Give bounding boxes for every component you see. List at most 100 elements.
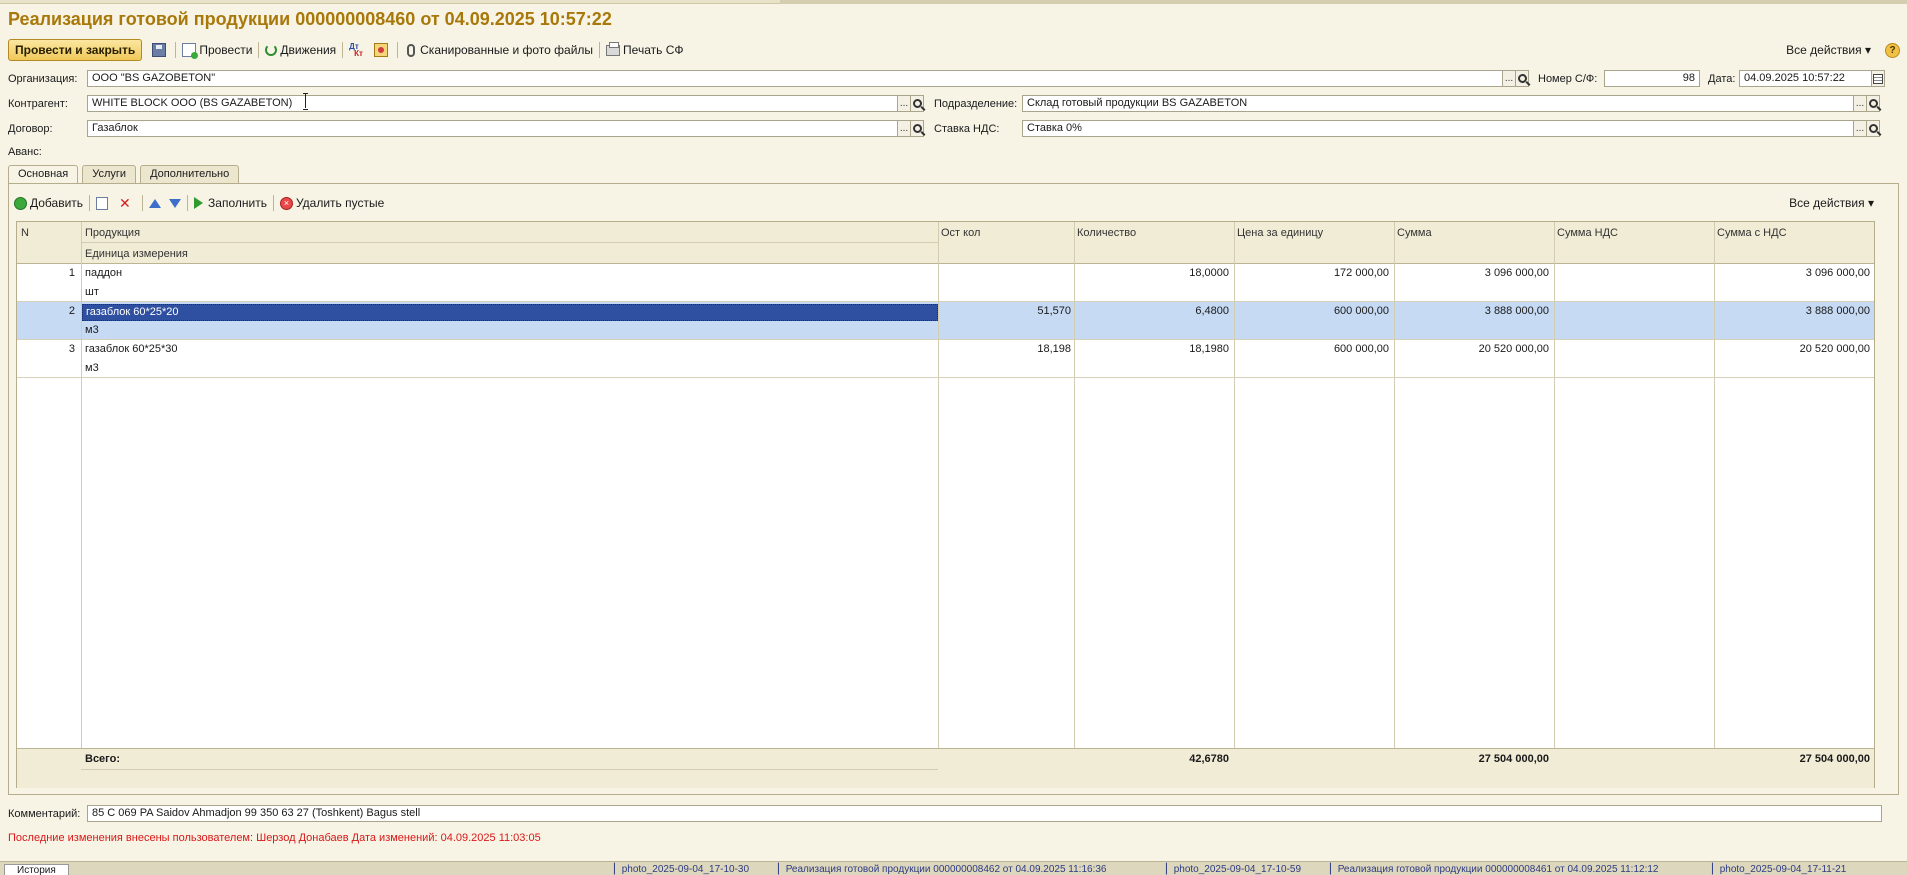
add-icon — [14, 196, 27, 210]
remove-empty-button[interactable]: × Удалить пустые — [276, 192, 388, 214]
cell-sum-with-vat[interactable]: 3 888 000,00 — [1715, 305, 1870, 317]
taskbar-window-item[interactable]: ▏photo_2025-09-04_17-10-30 — [614, 864, 749, 875]
table-row-selected[interactable]: 2 газаблок 60*25*20 м3 51,570 6,4800 600… — [17, 302, 1874, 340]
copy-row-button[interactable] — [92, 192, 115, 214]
tab-services[interactable]: Услуги — [82, 165, 137, 184]
header-n[interactable]: N — [21, 227, 29, 239]
help-icon[interactable]: ? — [1885, 42, 1900, 58]
scans-button-label: Сканированные и фото файлы — [420, 43, 594, 57]
toolbar-separator — [342, 42, 344, 58]
toolbar-separator — [89, 195, 91, 211]
add-row-button[interactable]: Добавить — [10, 192, 87, 214]
tab-additional[interactable]: Дополнительно — [140, 165, 240, 184]
contract-search-button[interactable] — [910, 120, 924, 137]
taskbar-window-item[interactable]: ▏photo_2025-09-04_17-10-59 — [1166, 864, 1301, 875]
contract-field[interactable]: Газаблок — [87, 120, 898, 137]
taskbar-window-label: photo_2025-09-04_17-10-59 — [1173, 864, 1302, 875]
all-actions-menu[interactable]: Все действия ▾ — [1782, 39, 1875, 61]
fill-button[interactable]: Заполнить — [190, 192, 271, 214]
date-field[interactable]: 04.09.2025 10:57:22 — [1739, 70, 1872, 87]
cell-quantity[interactable]: 6,4800 — [1075, 305, 1229, 317]
table-row[interactable]: 1 паддон шт 18,0000 172 000,00 3 096 000… — [17, 264, 1874, 302]
cell-product[interactable]: газаблок 60*25*30 — [85, 343, 178, 355]
move-up-button[interactable] — [145, 192, 165, 214]
header-unit[interactable]: Единица измерения — [85, 248, 188, 260]
header-sum-with-vat[interactable]: Сумма с НДС — [1717, 227, 1787, 239]
comment-field[interactable]: 85 С 069 PA Saidov Ahmadjon 99 350 63 27… — [87, 805, 1882, 822]
movements-button[interactable]: Движения — [261, 39, 340, 61]
header-stock-qty[interactable]: Ост кол — [941, 227, 980, 239]
remove-empty-label: Удалить пустые — [295, 196, 385, 210]
cell-quantity[interactable]: 18,1980 — [1075, 343, 1229, 355]
column-divider — [1074, 222, 1075, 788]
cell-sum[interactable]: 20 520 000,00 — [1395, 343, 1549, 355]
printer-icon — [606, 41, 621, 56]
scans-button[interactable]: Сканированные и фото файлы — [400, 39, 597, 61]
division-field[interactable]: Склад готовый продукции BS GAZABETON — [1022, 95, 1854, 112]
cell-unit-price[interactable]: 600 000,00 — [1235, 305, 1389, 317]
post-and-close-button[interactable]: Провести и закрыть — [8, 39, 143, 61]
table-header: N Продукция Единица измерения Ост кол Ко… — [17, 222, 1874, 264]
cell-quantity[interactable]: 18,0000 — [1075, 267, 1229, 279]
cell-unit-price[interactable]: 600 000,00 — [1235, 343, 1389, 355]
vat-rate-select-button[interactable]: ... — [1853, 120, 1867, 137]
print-invoice-button[interactable]: Печать СФ — [602, 39, 687, 61]
column-divider — [1234, 222, 1235, 788]
header-unit-price[interactable]: Цена за единицу — [1237, 227, 1323, 239]
vat-rate-search-button[interactable] — [1866, 120, 1880, 137]
delete-row-button[interactable]: ✕ — [115, 192, 140, 214]
arrow-down-icon — [169, 198, 182, 208]
header-quantity[interactable]: Количество — [1077, 227, 1136, 239]
header-sum[interactable]: Сумма — [1397, 227, 1432, 239]
selected-cell[interactable]: газаблок 60*25*20 — [82, 304, 938, 321]
paperclip-icon — [407, 43, 416, 57]
counterparty-select-button[interactable]: ... — [897, 95, 911, 112]
division-select-button[interactable]: ... — [1853, 95, 1867, 112]
column-divider — [938, 222, 939, 788]
cell-unit[interactable]: шт — [85, 286, 99, 298]
table-row[interactable]: 3 газаблок 60*25*30 м3 18,198 18,1980 60… — [17, 340, 1874, 378]
history-tab[interactable]: История — [4, 864, 69, 875]
date-calendar-button[interactable] — [1871, 70, 1885, 87]
cell-sum[interactable]: 3 096 000,00 — [1395, 267, 1549, 279]
date-label: Дата: — [1708, 73, 1736, 85]
cell-stock-qty: 51,570 — [1037, 305, 1071, 317]
header-vat-sum[interactable]: Сумма НДС — [1557, 227, 1618, 239]
clear-icon: × — [279, 196, 293, 210]
organization-search-button[interactable] — [1515, 70, 1529, 87]
calendar-icon — [1873, 73, 1883, 84]
cell-product[interactable]: паддон — [85, 267, 122, 279]
counterparty-field[interactable]: WHITE BLOCK OOO (BS GAZABETON) — [87, 95, 898, 112]
table-all-actions-menu[interactable]: Все действия ▾ — [1785, 192, 1878, 214]
division-search-button[interactable] — [1866, 95, 1880, 112]
organization-field[interactable]: ООО "BS GAZOBETON" — [87, 70, 1503, 87]
post-button[interactable]: Провести — [178, 39, 256, 61]
toolbar-separator — [175, 42, 177, 58]
search-icon — [912, 124, 922, 133]
header-product[interactable]: Продукция — [85, 227, 140, 239]
advance-label: Аванс: — [8, 146, 42, 158]
column-divider — [1394, 222, 1395, 788]
taskbar-window-item[interactable]: ▏Реализация готовой продукции 0000000084… — [778, 864, 1107, 875]
counterparty-search-button[interactable] — [910, 95, 924, 112]
post-button-label: Провести — [199, 43, 253, 57]
invoice-no-field[interactable]: 98 — [1604, 70, 1700, 87]
footer-divider — [81, 769, 938, 770]
taskbar-window-item[interactable]: ▏photo_2025-09-04_17-11-21 — [1712, 864, 1846, 875]
contract-select-button[interactable]: ... — [897, 120, 911, 137]
report-button[interactable] — [370, 39, 395, 61]
cell-sum-with-vat[interactable]: 20 520 000,00 — [1715, 343, 1870, 355]
cell-stock-qty: 18,198 — [1037, 343, 1071, 355]
cell-unit-price[interactable]: 172 000,00 — [1235, 267, 1389, 279]
tab-main[interactable]: Основная — [8, 165, 79, 184]
cell-sum-with-vat[interactable]: 3 096 000,00 — [1715, 267, 1870, 279]
dt-kt-button[interactable]: Дт Кт — [345, 39, 370, 61]
cell-sum[interactable]: 3 888 000,00 — [1395, 305, 1549, 317]
cell-unit[interactable]: м3 — [85, 362, 99, 374]
move-down-button[interactable] — [165, 192, 185, 214]
organization-select-button[interactable]: ... — [1502, 70, 1516, 87]
cell-unit[interactable]: м3 — [85, 324, 99, 336]
vat-rate-field[interactable]: Ставка 0% — [1022, 120, 1854, 137]
taskbar-window-item[interactable]: ▏Реализация готовой продукции 0000000084… — [1330, 864, 1659, 875]
save-button[interactable] — [148, 39, 173, 61]
